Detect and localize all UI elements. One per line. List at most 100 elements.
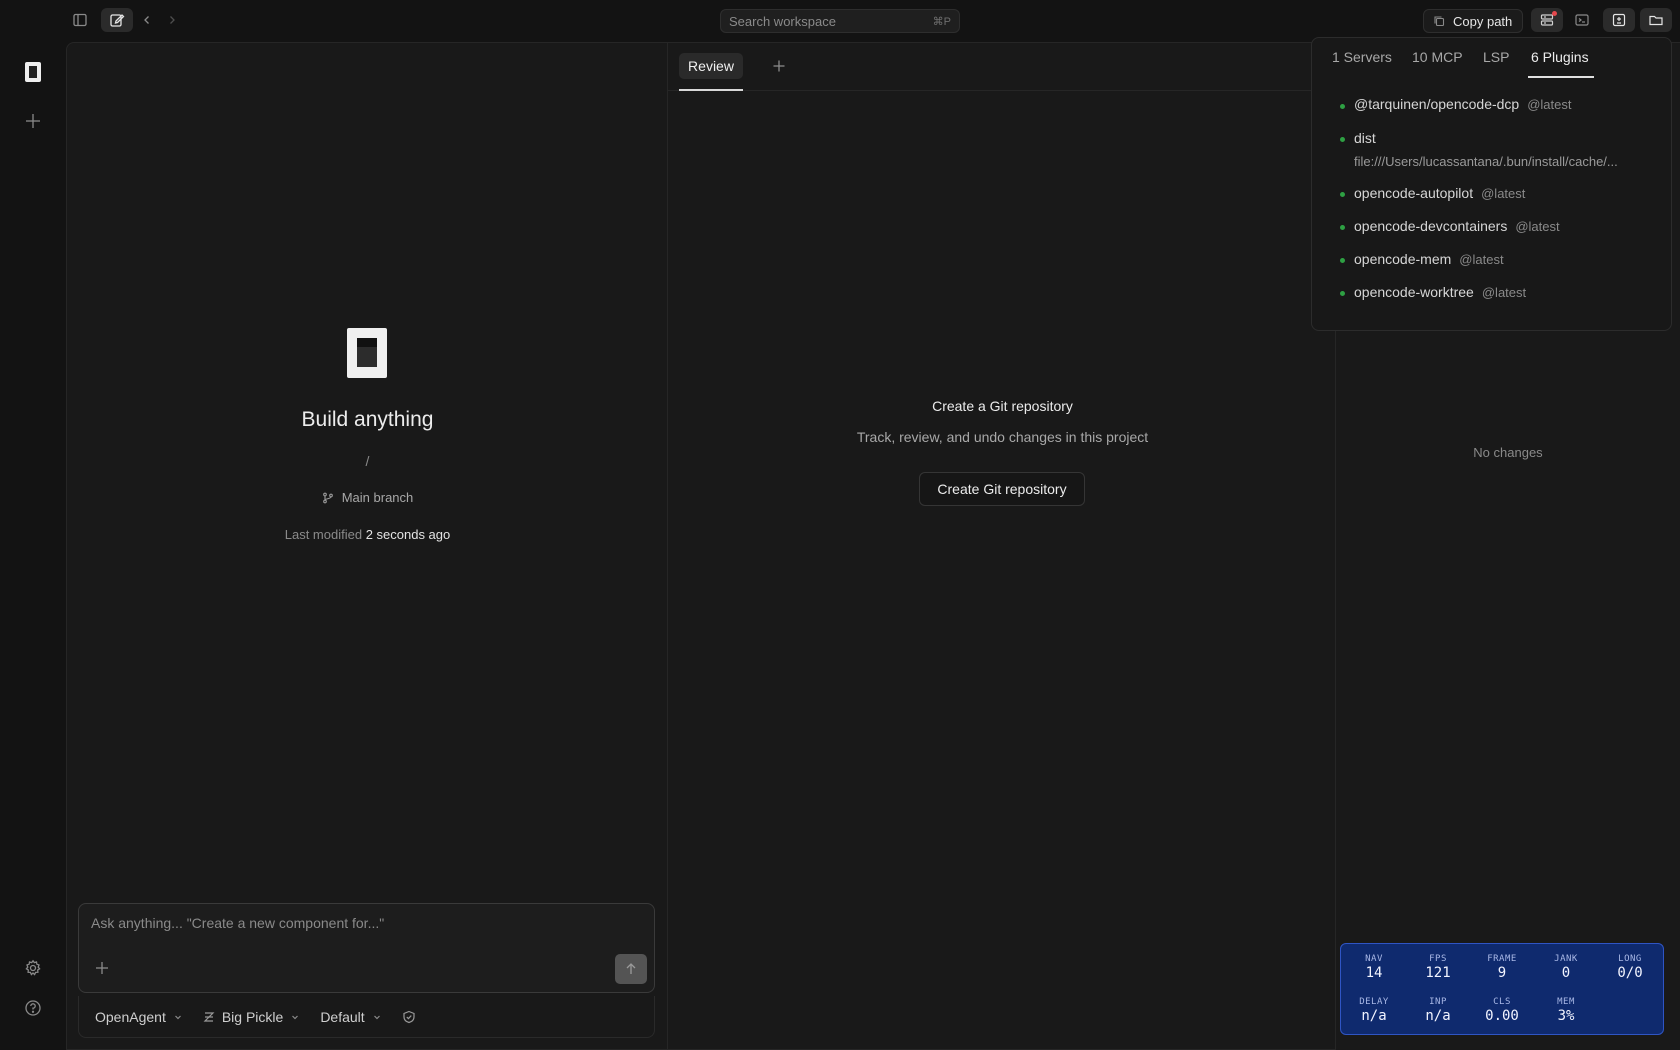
copy-path-label: Copy path xyxy=(1453,13,1513,29)
chevron-left-icon xyxy=(144,16,149,24)
sidebar-icon xyxy=(73,13,87,27)
help-icon xyxy=(25,1000,41,1016)
model-select[interactable]: Big Pickle xyxy=(203,1009,300,1025)
agent-select[interactable]: OpenAgent xyxy=(95,1009,183,1025)
edit-icon xyxy=(110,14,125,27)
plugin-name: opencode-worktree xyxy=(1354,284,1474,300)
new-session-button[interactable] xyxy=(101,8,133,32)
arrow-up-icon xyxy=(626,963,636,974)
terminal-button[interactable] xyxy=(1566,8,1598,32)
page-title: Build anything xyxy=(301,408,434,431)
chevron-down-icon xyxy=(174,1015,181,1019)
perf-metric: FPS 121 xyxy=(1425,954,1451,981)
tab-plugins[interactable]: 6 Plugins xyxy=(1531,49,1589,65)
perf-metric: CLS 0.00 xyxy=(1485,997,1519,1024)
project-path: / xyxy=(365,453,370,469)
git-empty-title: Create a Git repository xyxy=(932,398,1073,414)
plugin-version: @latest xyxy=(1515,219,1560,234)
plugin-version: @latest xyxy=(1481,186,1526,201)
plugin-version: @latest xyxy=(1459,252,1504,267)
tab-review[interactable]: Review xyxy=(679,53,743,79)
plugin-item: opencode-mem @latest xyxy=(1354,251,1504,267)
plugin-name: dist xyxy=(1354,130,1376,146)
perf-metric: INP n/a xyxy=(1425,997,1451,1024)
modified-value: 2 seconds ago xyxy=(365,527,451,542)
plugin-item: opencode-autopilot @latest xyxy=(1354,185,1525,201)
tab-lsp[interactable]: LSP xyxy=(1483,49,1509,65)
notification-dot xyxy=(1552,11,1557,16)
project-item[interactable] xyxy=(17,56,49,88)
prompt-box xyxy=(78,903,655,993)
session-panel: Build anything / Main branch Last modifi… xyxy=(66,42,667,1050)
search-shortcut: ⌘P xyxy=(932,15,951,28)
toggle-sidebar-button[interactable] xyxy=(64,8,96,32)
plugin-item: dist xyxy=(1354,130,1376,146)
permissions-button[interactable] xyxy=(402,1010,416,1024)
back-button[interactable] xyxy=(133,8,161,32)
git-empty-subtitle: Track, review, and undo changes in this … xyxy=(856,429,1149,445)
perf-metric: LONG 0/0 xyxy=(1617,954,1643,981)
status-dot xyxy=(1340,258,1345,263)
git-branch-icon xyxy=(322,492,333,503)
plugin-item: opencode-worktree @latest xyxy=(1354,284,1526,300)
review-panel-button[interactable] xyxy=(1603,8,1635,32)
review-tabbar: Review xyxy=(668,43,1337,91)
chevron-right-icon xyxy=(170,16,175,24)
perf-overlay: NAV 14 FPS 121 FRAME 9 JANK 0 LONG 0/0 DELAY n… xyxy=(1340,943,1664,1035)
attach-button[interactable] xyxy=(91,957,113,979)
copy-path-button[interactable]: Copy path xyxy=(1423,9,1523,33)
create-git-repository-button[interactable]: Create Git repository xyxy=(919,472,1085,506)
status-dot xyxy=(1340,137,1345,142)
plus-icon xyxy=(26,114,40,128)
search-placeholder: Search workspace xyxy=(729,13,836,29)
no-changes-text: No changes xyxy=(1473,445,1543,460)
search-input[interactable]: Search workspace ⌘P xyxy=(720,9,960,33)
model-label: Big Pickle xyxy=(221,1008,284,1025)
status-dot xyxy=(1340,225,1345,230)
copy-icon xyxy=(1434,16,1445,27)
plus-icon xyxy=(773,60,785,72)
shield-check-icon xyxy=(403,1010,415,1023)
folder-icon xyxy=(1649,15,1663,26)
add-tab-button[interactable] xyxy=(769,56,789,76)
plugin-version: @latest xyxy=(1527,97,1572,112)
variant-label: Default xyxy=(320,1008,365,1025)
modified-label: Last modified xyxy=(284,527,363,542)
prompt-toolbar: OpenAgent Big Pickle Default xyxy=(78,996,655,1038)
status-dot xyxy=(1340,291,1345,296)
plugin-item: @tarquinen/opencode-dcp @latest xyxy=(1354,96,1572,112)
review-panel: Review Create a Git repository Track, re… xyxy=(667,42,1337,1050)
plus-icon xyxy=(96,962,108,974)
active-tab-indicator xyxy=(679,89,743,91)
chevron-down-icon xyxy=(373,1015,380,1019)
tab-servers[interactable]: 1 Servers xyxy=(1332,49,1392,65)
status-popover: 1 Servers 10 MCP LSP 6 Plugins @tarquine… xyxy=(1311,37,1672,331)
gear-icon xyxy=(25,959,41,976)
perf-metric: JANK 0 xyxy=(1554,954,1578,981)
add-project-button[interactable] xyxy=(17,105,49,137)
active-tab-indicator xyxy=(1528,76,1594,78)
top-bar: Search workspace ⌘P Copy path xyxy=(0,0,1680,40)
variant-select[interactable]: Default xyxy=(320,1009,381,1025)
prompt-input[interactable] xyxy=(91,915,611,931)
project-logo xyxy=(347,328,387,378)
status-dot xyxy=(1340,104,1345,109)
terminal-icon xyxy=(1575,14,1589,26)
tab-mcp[interactable]: 10 MCP xyxy=(1412,49,1463,65)
agent-label: OpenAgent xyxy=(95,1008,166,1025)
last-modified: Last modified 2 seconds ago xyxy=(67,527,668,542)
perf-metric: NAV 14 xyxy=(1365,954,1383,981)
project-rail xyxy=(0,40,66,1050)
settings-button[interactable] xyxy=(17,952,49,984)
plugin-version: @latest xyxy=(1481,285,1527,300)
perf-metric: FRAME 9 xyxy=(1487,954,1517,981)
plugin-name: opencode-devcontainers xyxy=(1354,218,1508,234)
plugin-name: opencode-mem xyxy=(1354,251,1452,267)
send-button[interactable] xyxy=(615,954,647,984)
files-panel-button[interactable] xyxy=(1640,8,1672,32)
plugin-item: opencode-devcontainers @latest xyxy=(1354,218,1560,234)
project-logo-icon xyxy=(25,62,41,82)
help-button[interactable] xyxy=(17,992,49,1024)
status-button[interactable] xyxy=(1531,8,1563,32)
forward-button[interactable] xyxy=(158,8,186,32)
